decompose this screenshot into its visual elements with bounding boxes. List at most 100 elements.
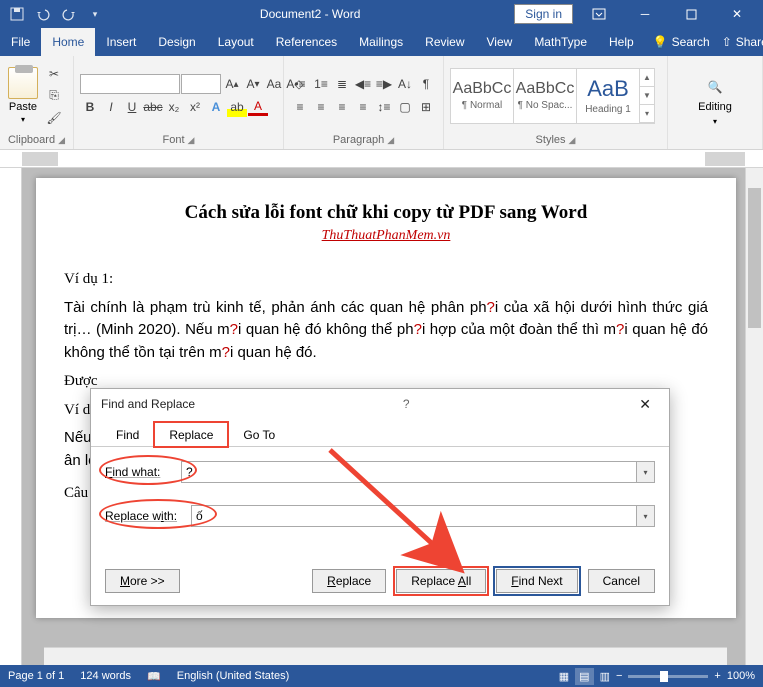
format-painter-icon[interactable]: 🖌 bbox=[44, 108, 64, 128]
replace-all-button[interactable]: Replace All bbox=[396, 569, 486, 593]
find-replace-dialog: Find and Replace ? ✕ Find Replace Go To … bbox=[90, 388, 670, 606]
find-next-button[interactable]: Find Next bbox=[496, 569, 577, 593]
subscript-button[interactable]: x₂ bbox=[164, 97, 184, 117]
horizontal-ruler[interactable] bbox=[0, 150, 763, 168]
zoom-slider[interactable] bbox=[628, 675, 708, 678]
dialog-close-icon[interactable]: ✕ bbox=[631, 392, 659, 417]
increase-indent-icon[interactable]: ≡▶ bbox=[374, 74, 394, 94]
numbering-icon[interactable]: 1≡ bbox=[311, 74, 331, 94]
tab-insert[interactable]: Insert bbox=[95, 28, 147, 56]
justify-icon[interactable]: ≡ bbox=[353, 97, 373, 117]
qat-customize-icon[interactable]: ▾ bbox=[84, 3, 106, 25]
grow-font-icon[interactable]: A▴ bbox=[222, 74, 242, 94]
change-case-icon[interactable]: Aa bbox=[264, 74, 284, 94]
view-print-icon[interactable]: ▤ bbox=[575, 668, 593, 685]
style-no-spacing[interactable]: AaBbCc¶ No Spac... bbox=[513, 68, 577, 124]
tab-design[interactable]: Design bbox=[147, 28, 206, 56]
line-spacing-icon[interactable]: ↕≡ bbox=[374, 97, 394, 117]
zoom-in-icon[interactable]: + bbox=[714, 670, 720, 682]
bullets-icon[interactable]: •≡ bbox=[290, 74, 310, 94]
ribbon-options-icon[interactable] bbox=[579, 0, 619, 28]
italic-button[interactable]: I bbox=[101, 97, 121, 117]
font-size-select[interactable] bbox=[181, 74, 221, 94]
ribbon: Paste ▾ ✂ ⎘ 🖌 Clipboard◢ A▴ A▾ Aa A◇ B bbox=[0, 56, 763, 150]
shrink-font-icon[interactable]: A▾ bbox=[243, 74, 263, 94]
close-icon[interactable]: ✕ bbox=[717, 0, 757, 28]
status-page[interactable]: Page 1 of 1 bbox=[8, 670, 64, 682]
find-icon[interactable]: 🔍 bbox=[708, 77, 723, 97]
view-read-icon[interactable]: ▦ bbox=[559, 670, 569, 683]
find-dropdown-icon[interactable]: ▾ bbox=[637, 461, 655, 483]
sort-icon[interactable]: A↓ bbox=[395, 74, 415, 94]
dialog-tab-find[interactable]: Find bbox=[101, 422, 154, 447]
multilevel-icon[interactable]: ≣ bbox=[332, 74, 352, 94]
dialog-help-icon[interactable]: ? bbox=[403, 397, 410, 411]
redo-icon[interactable] bbox=[58, 3, 80, 25]
align-left-icon[interactable]: ≡ bbox=[290, 97, 310, 117]
replace-button[interactable]: Replace bbox=[312, 569, 386, 593]
style-heading1[interactable]: AaBHeading 1 bbox=[576, 68, 640, 124]
align-center-icon[interactable]: ≡ bbox=[311, 97, 331, 117]
font-family-select[interactable] bbox=[80, 74, 180, 94]
dialog-tab-replace[interactable]: Replace bbox=[154, 422, 228, 447]
borders-icon[interactable]: ⊞ bbox=[416, 97, 436, 117]
tab-mailings[interactable]: Mailings bbox=[348, 28, 414, 56]
dialog-tab-goto[interactable]: Go To bbox=[228, 422, 290, 447]
undo-icon[interactable] bbox=[32, 3, 54, 25]
window-title: Document2 - Word bbox=[106, 7, 514, 21]
status-wordcount[interactable]: 124 words bbox=[80, 670, 131, 682]
align-right-icon[interactable]: ≡ bbox=[332, 97, 352, 117]
minimize-icon[interactable]: ─ bbox=[625, 0, 665, 28]
styles-down-icon[interactable]: ▼ bbox=[640, 87, 654, 105]
maximize-icon[interactable] bbox=[671, 0, 711, 28]
share-button[interactable]: ⇧Share bbox=[710, 35, 763, 49]
styles-dialog-launcher-icon[interactable]: ◢ bbox=[569, 135, 576, 146]
decrease-indent-icon[interactable]: ◀≡ bbox=[353, 74, 373, 94]
tab-home[interactable]: Home bbox=[41, 28, 95, 56]
font-color-icon[interactable]: A bbox=[248, 99, 268, 116]
replace-with-input[interactable] bbox=[191, 505, 637, 527]
signin-button[interactable]: Sign in bbox=[514, 4, 573, 24]
highlight-icon[interactable]: ab bbox=[227, 97, 247, 117]
paste-button[interactable]: Paste ▾ bbox=[6, 65, 40, 126]
styles-up-icon[interactable]: ▲ bbox=[640, 69, 654, 87]
tab-mathtype[interactable]: MathType bbox=[523, 28, 598, 56]
horizontal-scrollbar[interactable] bbox=[44, 647, 727, 665]
copy-icon[interactable]: ⎘ bbox=[44, 86, 64, 106]
tab-review[interactable]: Review bbox=[414, 28, 475, 56]
underline-button[interactable]: U bbox=[122, 97, 142, 117]
zoom-level[interactable]: 100% bbox=[727, 670, 755, 682]
find-what-input[interactable] bbox=[181, 461, 637, 483]
superscript-button[interactable]: x² bbox=[185, 97, 205, 117]
tab-references[interactable]: References bbox=[265, 28, 348, 56]
cancel-button[interactable]: Cancel bbox=[588, 569, 655, 593]
bold-button[interactable]: B bbox=[80, 97, 100, 117]
tab-layout[interactable]: Layout bbox=[207, 28, 265, 56]
status-language[interactable]: English (United States) bbox=[177, 670, 290, 682]
cut-icon[interactable]: ✂ bbox=[44, 64, 64, 84]
style-normal[interactable]: AaBbCc¶ Normal bbox=[450, 68, 514, 124]
styles-gallery[interactable]: AaBbCc¶ Normal AaBbCc¶ No Spac... AaBHea… bbox=[450, 68, 655, 124]
styles-more-icon[interactable]: ▾ bbox=[640, 105, 654, 123]
vertical-scrollbar[interactable] bbox=[745, 168, 763, 665]
replace-dropdown-icon[interactable]: ▾ bbox=[637, 505, 655, 527]
more-button[interactable]: More >> bbox=[105, 569, 180, 593]
doc-title: Cách sửa lỗi font chữ khi copy từ PDF sa… bbox=[64, 202, 708, 224]
tab-file[interactable]: File bbox=[0, 28, 41, 56]
tell-me-search[interactable]: 💡Search bbox=[653, 35, 710, 49]
tab-view[interactable]: View bbox=[476, 28, 524, 56]
font-dialog-launcher-icon[interactable]: ◢ bbox=[188, 135, 195, 146]
paragraph-dialog-launcher-icon[interactable]: ◢ bbox=[387, 135, 394, 146]
save-icon[interactable] bbox=[6, 3, 28, 25]
status-spellcheck-icon[interactable]: 📖 bbox=[147, 670, 161, 683]
vertical-ruler[interactable] bbox=[0, 168, 22, 665]
strikethrough-button[interactable]: abc bbox=[143, 97, 163, 117]
editing-label[interactable]: Editing bbox=[698, 101, 732, 113]
tab-help[interactable]: Help bbox=[598, 28, 645, 56]
clipboard-dialog-launcher-icon[interactable]: ◢ bbox=[58, 135, 65, 146]
text-effects-icon[interactable]: A bbox=[206, 97, 226, 117]
zoom-out-icon[interactable]: − bbox=[616, 670, 622, 682]
shading-icon[interactable]: ▢ bbox=[395, 97, 415, 117]
show-marks-icon[interactable]: ¶ bbox=[416, 74, 436, 94]
view-web-icon[interactable]: ▥ bbox=[600, 670, 610, 683]
